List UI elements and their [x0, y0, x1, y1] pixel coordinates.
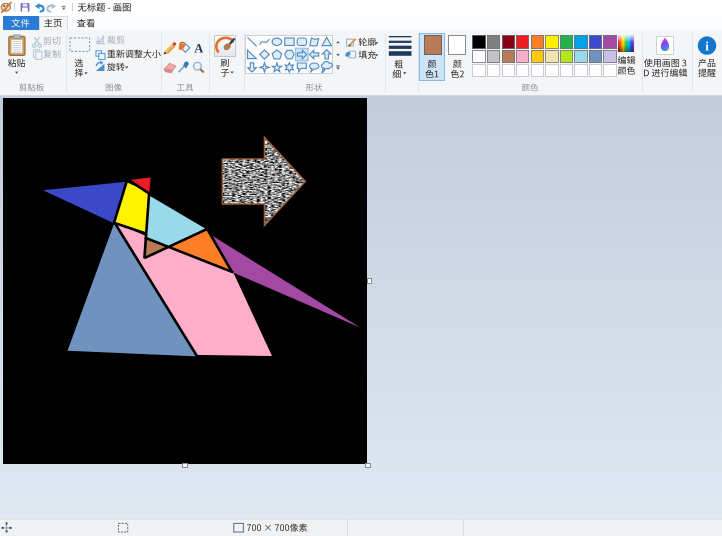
svg-text:i: i	[705, 38, 709, 53]
svg-text:A: A	[194, 42, 203, 56]
